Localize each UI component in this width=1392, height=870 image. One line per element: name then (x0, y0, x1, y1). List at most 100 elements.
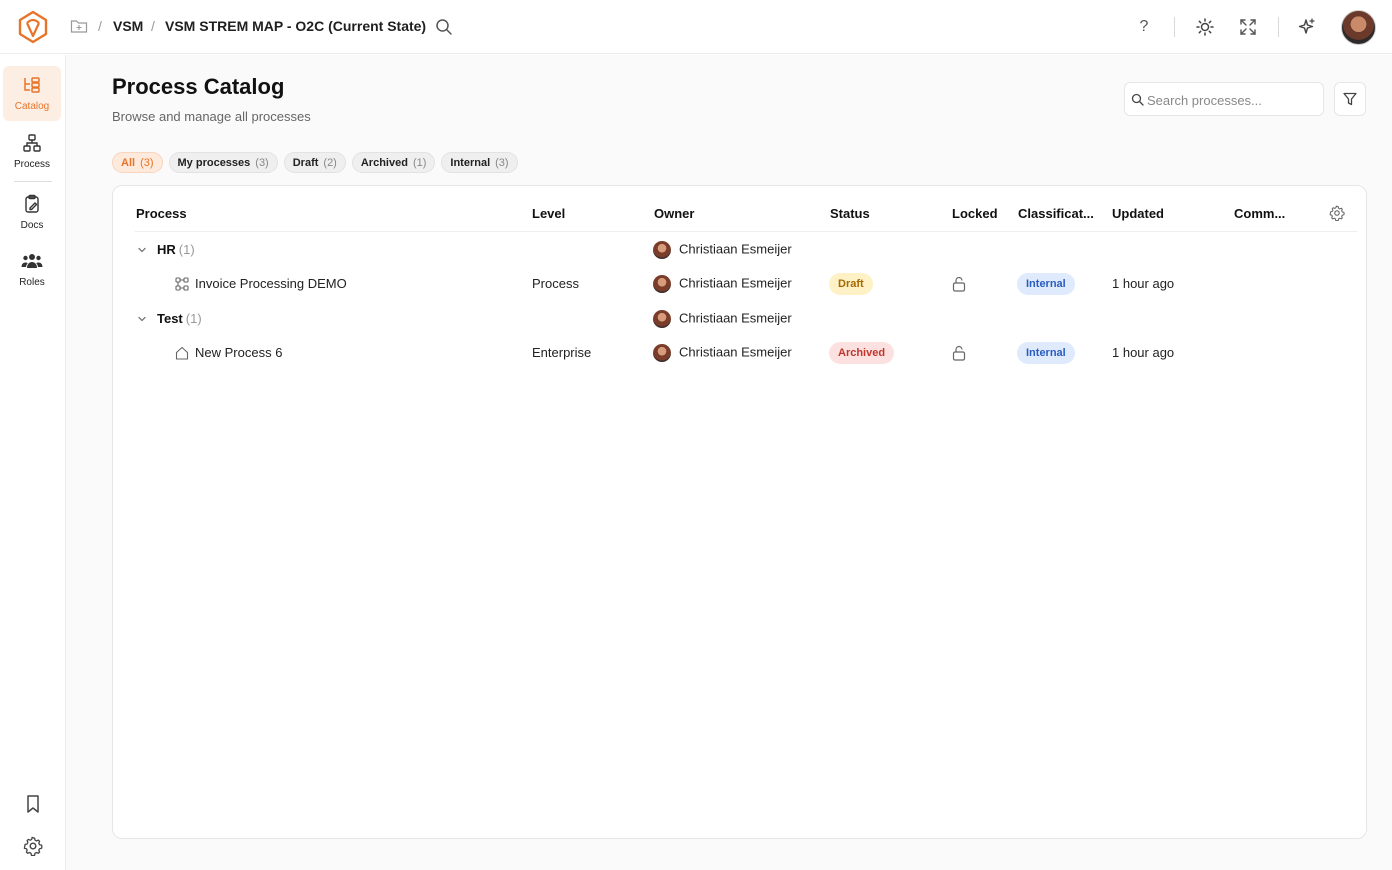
process-name[interactable]: New Process 6 (195, 345, 282, 360)
breadcrumb-separator: / (98, 18, 102, 34)
filter-chip-draft[interactable]: Draft (2) (283, 152, 346, 173)
owner-avatar (653, 275, 671, 293)
home-icon (175, 346, 189, 360)
classification-badge: Internal (1017, 273, 1075, 295)
divider (1174, 17, 1175, 37)
breadcrumb-separator: / (151, 18, 155, 34)
group-label: Test (157, 311, 183, 326)
breadcrumb-root[interactable]: VSM (113, 18, 143, 34)
sidebar-item-label: Catalog (14, 101, 50, 112)
status-badge: Draft (829, 273, 873, 295)
updated-cell: 1 hour ago (1112, 345, 1175, 360)
owner-cell: Christiaan Esmeijer (653, 310, 792, 328)
group-name: HR (1) (157, 242, 195, 257)
unlocked-icon[interactable] (952, 276, 966, 292)
sidebar-item-label: Roles (19, 277, 45, 288)
filter-button[interactable] (1334, 82, 1366, 116)
chip-count: (1) (412, 156, 427, 169)
chip-label: My processes (177, 156, 251, 169)
table-row-group[interactable]: HR (1) Christiaan Esmeijer (113, 235, 1368, 265)
sidebar: Catalog Process Docs Roles (0, 55, 66, 870)
sidebar-item-roles[interactable]: Roles (3, 242, 61, 297)
sun-icon[interactable] (1195, 17, 1215, 37)
search-box[interactable] (1124, 82, 1324, 116)
owner-avatar (653, 310, 671, 328)
column-header-locked[interactable]: Locked (952, 206, 998, 221)
owner-name: Christiaan Esmeijer (679, 275, 792, 291)
column-header-owner[interactable]: Owner (654, 206, 694, 221)
breadcrumb-current[interactable]: VSM STREM MAP - O2C (Current State) (165, 18, 426, 34)
help-icon[interactable]: ? (1134, 17, 1154, 37)
sidebar-item-label: Process (13, 159, 51, 170)
sidebar-item-docs[interactable]: Docs (3, 185, 61, 240)
filter-chips: All (3) My processes (3) Draft (2) Archi… (112, 152, 518, 173)
table-row-group[interactable]: Test (1) Christiaan Esmeijer (113, 304, 1368, 334)
chip-count: (2) (323, 156, 337, 169)
level-cell: Enterprise (532, 345, 592, 360)
group-name: Test (1) (157, 311, 202, 326)
chip-label: Draft (292, 156, 319, 169)
filter-chip-archived[interactable]: Archived (1) (351, 152, 436, 173)
search-input[interactable] (1147, 90, 1317, 110)
chip-count: (3) (140, 156, 154, 169)
filter-chip-internal[interactable]: Internal (3) (441, 152, 518, 173)
filter-chip-my-processes[interactable]: My processes (3) (168, 152, 278, 173)
owner-name: Christiaan Esmeijer (679, 344, 792, 360)
column-header-level[interactable]: Level (532, 206, 565, 221)
updated-cell: 1 hour ago (1112, 276, 1175, 291)
divider (1278, 17, 1279, 37)
chevron-down-icon[interactable] (137, 314, 147, 324)
column-header-status[interactable]: Status (830, 206, 870, 221)
sparkle-icon[interactable] (1297, 17, 1317, 37)
table-row[interactable]: New Process 6 Enterprise Christiaan Esme… (113, 338, 1368, 368)
search-icon[interactable] (435, 18, 453, 36)
process-name[interactable]: Invoice Processing DEMO (195, 276, 347, 291)
table-row[interactable]: Invoice Processing DEMO Process Christia… (113, 269, 1368, 299)
owner-name: Christiaan Esmeijer (679, 241, 792, 257)
chip-label: Internal (450, 156, 491, 169)
help-label: ? (1139, 18, 1149, 35)
settings-icon[interactable] (23, 836, 43, 856)
filter-icon (1343, 92, 1357, 106)
folder-icon[interactable] (70, 18, 88, 34)
column-header-process[interactable]: Process (136, 206, 187, 221)
sidebar-item-process[interactable]: Process (3, 124, 61, 179)
chip-label: Archived (360, 156, 408, 169)
roles-icon (21, 254, 43, 268)
owner-avatar (653, 241, 671, 259)
group-label: HR (157, 242, 176, 257)
owner-avatar (653, 344, 671, 362)
owner-cell: Christiaan Esmeijer (653, 344, 792, 362)
column-header-classification[interactable]: Classificat... (1018, 206, 1094, 221)
process-flow-icon (175, 277, 189, 291)
status-badge: Archived (829, 342, 895, 364)
unlocked-icon[interactable] (952, 345, 966, 361)
process-icon (23, 134, 41, 152)
owner-name: Christiaan Esmeijer (679, 310, 792, 326)
level-cell: Process (532, 276, 579, 291)
search-icon (1131, 93, 1144, 106)
owner-cell: Christiaan Esmeijer (653, 275, 792, 293)
chip-count: (3) (255, 156, 269, 169)
expand-icon[interactable] (1238, 17, 1258, 37)
user-avatar[interactable] (1341, 10, 1376, 45)
page-subtitle: Browse and manage all processes (112, 109, 311, 124)
chip-label: All (121, 156, 136, 169)
sidebar-item-label: Docs (20, 220, 44, 231)
filter-chip-all[interactable]: All (3) (112, 152, 163, 173)
sidebar-divider (14, 181, 52, 182)
column-settings-icon[interactable] (1329, 205, 1345, 221)
top-bar: / VSM / VSM STREM MAP - O2C (Current Sta… (0, 0, 1392, 54)
group-count: (1) (178, 242, 195, 257)
process-table: Process Level Owner Status Locked Classi… (112, 185, 1367, 839)
header-divider (135, 231, 1357, 232)
app-logo[interactable] (17, 10, 49, 44)
main-content: Process Catalog Browse and manage all pr… (66, 55, 1392, 870)
sidebar-item-catalog[interactable]: Catalog (3, 66, 61, 121)
catalog-icon (24, 77, 40, 93)
bookmark-icon[interactable] (23, 794, 43, 814)
column-header-comments[interactable]: Comm... (1234, 206, 1285, 221)
group-count: (1) (185, 311, 202, 326)
column-header-updated[interactable]: Updated (1112, 206, 1164, 221)
chevron-down-icon[interactable] (137, 245, 147, 255)
